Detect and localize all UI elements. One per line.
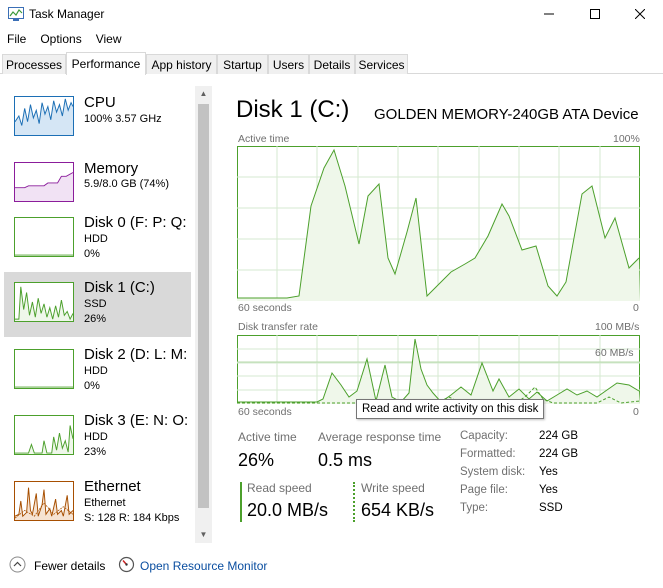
disk-2-usage: 0% — [84, 380, 100, 392]
close-icon — [635, 9, 645, 19]
transfer-rate-graph — [237, 335, 640, 404]
menu-options[interactable]: Options — [33, 29, 88, 49]
capacity-value: 224 GB — [539, 430, 578, 442]
cpu-usage: 100% 3.57 GHz — [84, 113, 162, 125]
disk-2-type: HDD — [84, 365, 108, 377]
transfer-rate-graph-label: Disk transfer rate — [238, 321, 318, 333]
task-manager-icon — [8, 7, 24, 21]
cpu-title: CPU — [84, 94, 116, 111]
ethernet-thumbnail-graph — [14, 481, 74, 521]
active-time-graph-label: Active time — [238, 133, 290, 145]
window-title: Task Manager — [29, 7, 105, 21]
maximize-button[interactable] — [572, 0, 618, 28]
active-time-value: 26% — [238, 450, 275, 470]
write-speed-value: 654 KB/s — [361, 500, 435, 520]
page-file-label: Page file: — [460, 484, 508, 496]
read-speed-label: Read speed — [247, 481, 312, 495]
transfer-rate-graph-timespan: 60 seconds — [238, 406, 292, 418]
sidebar-item-ethernet[interactable]: Ethernet Ethernet S: 128 R: 184 Kbps — [4, 471, 191, 535]
disk-3-type: HDD — [84, 431, 108, 443]
fewer-details-button[interactable]: Fewer details — [34, 559, 105, 573]
disk-2-title: Disk 2 (D: L: M: C — [84, 346, 191, 363]
scroll-up-icon[interactable]: ▲ — [198, 89, 209, 99]
disk-0-usage: 0% — [84, 248, 100, 260]
page-file-value: Yes — [539, 484, 558, 496]
page-title: Disk 1 (C:) — [236, 96, 350, 123]
menu-view[interactable]: View — [89, 29, 129, 49]
resource-monitor-icon[interactable] — [118, 556, 135, 573]
disk-1-type: SSD — [84, 298, 107, 310]
active-time-graph-min: 0 — [633, 302, 639, 314]
sidebar-item-disk-1[interactable]: Disk 1 (C:) SSD 26% — [4, 272, 191, 337]
footer: Fewer details Open Resource Monitor — [0, 552, 663, 580]
cpu-thumbnail-graph — [14, 96, 74, 136]
disk-0-title: Disk 0 (F: P: Q: K — [84, 214, 191, 231]
sidebar-item-cpu[interactable]: CPU 100% 3.57 GHz — [4, 87, 191, 151]
formatted-value: 224 GB — [539, 448, 578, 460]
minimize-icon — [544, 13, 554, 15]
transfer-rate-graph-mid: 60 MB/s — [595, 347, 634, 359]
tab-app-history[interactable]: App history — [146, 54, 217, 74]
disk-1-usage: 26% — [84, 313, 107, 325]
transfer-rate-graph-max: 100 MB/s — [595, 321, 640, 333]
graph-tooltip: Read and write activity on this disk — [356, 399, 545, 419]
read-speed-marker — [240, 482, 242, 522]
scroll-down-icon[interactable]: ▼ — [198, 530, 209, 540]
memory-thumbnail-graph — [14, 162, 74, 202]
transfer-rate-graph-min: 0 — [633, 406, 639, 418]
device-model: GOLDEN MEMORY-240GB ATA Device — [374, 106, 639, 123]
write-speed-marker — [353, 482, 355, 522]
disk-2-thumbnail-graph — [14, 349, 74, 389]
menu-bar: File Options View — [0, 29, 129, 49]
close-button[interactable] — [617, 0, 663, 28]
tab-processes[interactable]: Processes — [2, 54, 66, 74]
resource-sidebar: CPU 100% 3.57 GHz Memory 5.9/8.0 GB (74%… — [0, 75, 212, 543]
maximize-icon — [590, 9, 600, 19]
sidebar-item-disk-2[interactable]: Disk 2 (D: L: M: C HDD 0% — [4, 339, 191, 403]
active-time-graph-max: 100% — [613, 133, 640, 145]
avg-response-value: 0.5 ms — [318, 450, 373, 470]
sidebar-scrollbar[interactable]: ▲ ▼ — [195, 86, 212, 543]
ethernet-adapter: Ethernet — [84, 497, 126, 509]
tab-startup[interactable]: Startup — [217, 54, 268, 74]
type-label: Type: — [460, 502, 489, 514]
sidebar-item-disk-3[interactable]: Disk 3 (E: N: O: I HDD 23% — [4, 405, 191, 469]
active-time-graph-timespan: 60 seconds — [238, 302, 292, 314]
disk-1-thumbnail-graph — [14, 282, 74, 322]
disk-3-title: Disk 3 (E: N: O: I — [84, 412, 191, 429]
system-disk-value: Yes — [539, 466, 558, 478]
memory-usage: 5.9/8.0 GB (74%) — [84, 178, 169, 190]
disk-3-thumbnail-graph — [14, 415, 74, 455]
tab-strip: Processes Performance App history Startu… — [0, 52, 663, 75]
tab-performance[interactable]: Performance — [66, 52, 146, 75]
disk-0-type: HDD — [84, 233, 108, 245]
disk-1-title: Disk 1 (C:) — [84, 279, 155, 296]
disk-3-usage: 23% — [84, 446, 107, 458]
active-time-graph — [237, 146, 640, 301]
read-speed-value: 20.0 MB/s — [247, 500, 329, 520]
write-speed-label: Write speed — [361, 481, 425, 495]
formatted-label: Formatted: — [460, 448, 516, 460]
memory-title: Memory — [84, 160, 139, 177]
minimize-button[interactable] — [526, 0, 572, 28]
sidebar-item-disk-0[interactable]: Disk 0 (F: P: Q: K HDD 0% — [4, 207, 191, 271]
fewer-details-icon[interactable] — [9, 556, 26, 573]
avg-response-label: Average response time — [318, 430, 442, 444]
menu-file[interactable]: File — [0, 29, 33, 49]
open-resource-monitor-link[interactable]: Open Resource Monitor — [140, 559, 267, 573]
ethernet-title: Ethernet — [84, 478, 141, 495]
tab-details[interactable]: Details — [309, 54, 355, 74]
active-time-label: Active time — [238, 430, 297, 444]
ethernet-throughput: S: 128 R: 184 Kbps — [84, 512, 180, 524]
tab-users[interactable]: Users — [268, 54, 309, 74]
capacity-label: Capacity: — [460, 430, 508, 442]
system-disk-label: System disk: — [460, 466, 526, 478]
type-value: SSD — [539, 502, 563, 514]
scroll-thumb[interactable] — [198, 104, 209, 508]
title-bar: Task Manager — [0, 0, 663, 28]
disk-0-thumbnail-graph — [14, 217, 74, 257]
tab-services[interactable]: Services — [355, 54, 408, 74]
